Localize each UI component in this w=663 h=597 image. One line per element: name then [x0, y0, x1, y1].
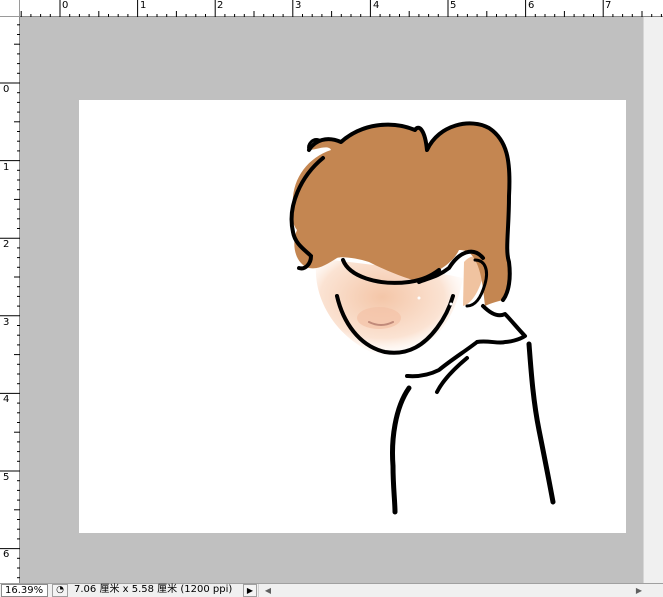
ruler-left-label-0: 0 [3, 84, 10, 95]
ruler-left-label-3: 3 [3, 317, 10, 328]
body-right-outline [526, 341, 556, 505]
ruler-top-label-5: 5 [450, 0, 457, 11]
ruler-top-label-2: 2 [217, 0, 224, 11]
ruler-origin-corner[interactable] [0, 0, 20, 17]
status-menu-arrow-icon[interactable]: ▶ [243, 584, 257, 597]
document-size-info: 7.06 厘米 x 5.58 厘米 (1200 ppi) [74, 584, 233, 595]
vertical-ruler[interactable]: 0 1 2 3 4 5 6 [0, 17, 20, 583]
zoom-level-field[interactable]: 16.39% [1, 584, 48, 597]
character-drawing [289, 121, 556, 515]
document-info-icon[interactable]: ◔ [52, 584, 68, 597]
eye-highlight-right [449, 302, 453, 306]
ruler-left-label-2: 2 [3, 239, 10, 250]
vertical-ruler-ticks [0, 24, 20, 579]
scroll-right-icon[interactable]: ▶ [632, 584, 646, 597]
status-bar: 16.39% ◔ 7.06 厘米 x 5.58 厘米 (1200 ppi) ▶ … [0, 583, 663, 597]
ruler-left-label-5: 5 [3, 472, 10, 483]
scroll-left-icon[interactable]: ◀ [261, 584, 275, 597]
ruler-top-label-1: 1 [140, 0, 147, 11]
ruler-top-label-7: 7 [605, 0, 612, 11]
vertical-scrollbar[interactable] [643, 17, 663, 583]
ruler-top-label-4: 4 [373, 0, 380, 11]
canvas-workspace[interactable] [20, 17, 643, 583]
eye-highlight-left [417, 296, 421, 300]
horizontal-ruler[interactable]: 0 1 2 3 4 5 6 7 [20, 0, 663, 17]
body-inner-line [435, 356, 469, 394]
ruler-top-label-0: 0 [62, 0, 69, 11]
ruler-left-label-1: 1 [3, 162, 10, 173]
ruler-top-label-6: 6 [528, 0, 535, 11]
horizontal-ruler-ticks [20, 0, 662, 17]
image-editor-window: 0 1 2 3 4 5 6 7 0 1 2 3 4 5 6 16.39% ◔ 7… [0, 0, 663, 597]
ruler-top-label-3: 3 [295, 0, 302, 11]
horizontal-scrollbar[interactable]: ◀ ▶ [258, 584, 663, 597]
ruler-left-label-4: 4 [3, 394, 10, 405]
document-canvas[interactable] [79, 100, 626, 533]
ruler-left-label-6: 6 [3, 549, 10, 560]
body-left-outline [390, 385, 412, 515]
